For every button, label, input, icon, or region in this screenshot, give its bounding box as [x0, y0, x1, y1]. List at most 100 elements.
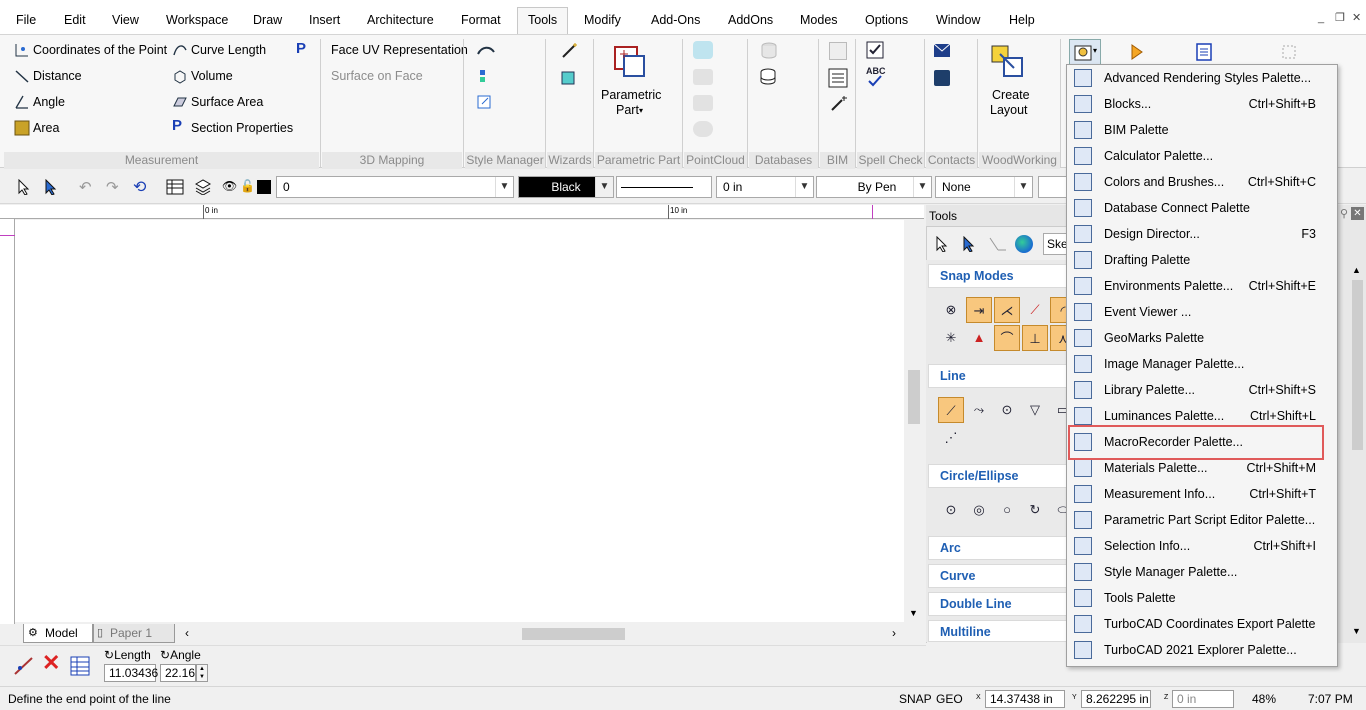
menu-item-blocks[interactable]: Blocks... Ctrl+Shift+B [1070, 91, 1334, 117]
menu-item-environments[interactable]: Environments Palette... Ctrl+Shift+E [1070, 273, 1334, 299]
snap-middle-icon[interactable]: ⋌ [994, 297, 1020, 323]
select-edit-icon[interactable] [961, 236, 977, 252]
create-layout-label-2[interactable]: Layout [990, 103, 1028, 117]
menu-modify[interactable]: Modify [581, 10, 624, 32]
line-point-icon[interactable]: ⊙ [994, 397, 1020, 423]
close-palette-icon[interactable]: ✕ [1351, 207, 1364, 220]
tab-paper-1[interactable]: ▯ Paper 1 [93, 624, 175, 643]
layer-color-swatch[interactable] [257, 180, 271, 194]
menu-item-tools[interactable]: Tools Palette [1070, 585, 1334, 611]
area-button[interactable]: Area [33, 121, 59, 135]
geo-toggle[interactable]: GEO [936, 692, 963, 706]
menu-item-palette[interactable]: Advanced Rendering Styles Palette... [1070, 65, 1334, 91]
menu-item-calculator[interactable]: Calculator Palette... [1070, 143, 1334, 169]
scroll-right-icon[interactable]: › [892, 626, 896, 640]
menu-view[interactable]: View [109, 10, 142, 32]
scroll-down-icon[interactable]: ▼ [909, 608, 918, 618]
section-snap-modes[interactable]: Snap Modes [928, 264, 1073, 288]
menu-add-ons[interactable]: Add-Ons [648, 10, 703, 32]
menu-addons[interactable]: AddOns [725, 10, 776, 32]
circle-three-point-icon[interactable]: ○ [994, 497, 1020, 523]
pin-icon[interactable]: ⚲ [1340, 207, 1348, 220]
menu-item-design-director[interactable]: Design Director... F3 [1070, 221, 1334, 247]
menu-window[interactable]: Window [933, 10, 983, 32]
scroll-up-icon[interactable]: ▲ [1352, 265, 1361, 275]
palette-scroll-thumb[interactable] [1352, 280, 1363, 450]
extra-select[interactable] [1038, 176, 1068, 198]
menu-item-measurement[interactable]: Measurement Info... Ctrl+Shift+T [1070, 481, 1334, 507]
document-icon[interactable] [1196, 43, 1212, 61]
undo-icon[interactable]: ↶ [79, 178, 92, 196]
parametric-p-icon[interactable]: P [296, 40, 306, 57]
pointcloud-icon[interactable] [693, 41, 713, 59]
fill-select[interactable]: None ▼ [935, 176, 1033, 198]
line-dashed-icon[interactable]: ⋰ [938, 425, 964, 451]
create-layout-label[interactable]: Create [992, 88, 1030, 102]
circle-concentric-icon[interactable]: ◎ [966, 497, 992, 523]
style-grid-icon[interactable] [478, 68, 494, 84]
envelope-icon[interactable] [934, 44, 950, 57]
menu-architecture[interactable]: Architecture [364, 10, 437, 32]
snap-tool-icon[interactable] [12, 654, 36, 678]
angle-button[interactable]: Angle [33, 95, 65, 109]
minimize-button[interactable]: _ [1318, 12, 1324, 24]
pen-select[interactable]: By Pen ▼ [816, 176, 932, 198]
pointcloud-icon-3[interactable] [693, 95, 713, 111]
selection-tool-icon[interactable] [1280, 43, 1298, 61]
line-width-select[interactable]: 0 in ▼ [716, 176, 814, 198]
pointcloud-icon-4[interactable] [693, 121, 713, 137]
section-circle-ellipse[interactable]: Circle/Ellipse [928, 464, 1073, 488]
address-book-icon[interactable] [934, 70, 950, 86]
length-input[interactable]: 11.03436 [104, 664, 158, 682]
vertical-scrollbar[interactable]: ▼ [905, 220, 923, 622]
menu-item-database[interactable]: Database Connect Palette [1070, 195, 1334, 221]
snap-quadrant-icon[interactable]: ▲ [966, 325, 992, 351]
menu-item-geomarks[interactable]: GeoMarks Palette [1070, 325, 1334, 351]
globe-icon[interactable] [1015, 235, 1033, 253]
circle-center-icon[interactable]: ⊙ [938, 497, 964, 523]
y-coordinate-field[interactable]: 8.262295 in [1081, 690, 1151, 708]
menu-insert[interactable]: Insert [306, 10, 343, 32]
scroll-left-icon[interactable]: ‹ [185, 626, 189, 640]
layers-icon[interactable] [194, 179, 212, 195]
menu-edit[interactable]: Edit [61, 10, 89, 32]
database-icon[interactable] [759, 41, 779, 61]
menu-format[interactable]: Format [458, 10, 504, 32]
surface-area-button[interactable]: Surface Area [191, 95, 263, 109]
bim-wand-icon[interactable] [830, 94, 848, 112]
database-dropdown-icon[interactable] [759, 67, 781, 87]
zoom-level[interactable]: 48% [1252, 692, 1276, 706]
cancel-icon[interactable]: ✕ [42, 650, 60, 676]
layer-select[interactable]: 0 ▼ [276, 176, 514, 198]
menu-item-colors[interactable]: Colors and Brushes... Ctrl+Shift+C [1070, 169, 1334, 195]
tab-model[interactable]: ⚙ Model [23, 624, 93, 643]
menu-item-style-manager[interactable]: Style Manager Palette... [1070, 559, 1334, 585]
snap-tangent-icon[interactable]: ⌒ [994, 325, 1020, 351]
line-single-icon[interactable]: ⟋ [938, 397, 964, 423]
color-select[interactable]: Black ▼ [518, 176, 614, 198]
menu-file[interactable]: File [13, 10, 39, 32]
snap-intersection-icon[interactable]: ⟋ [1022, 297, 1048, 323]
menu-workspace[interactable]: Workspace [163, 10, 231, 32]
parametric-part-label[interactable]: Parametric [601, 88, 661, 102]
menu-item-explorer[interactable]: TurboCAD 2021 Explorer Palette... [1070, 637, 1334, 663]
distance-button[interactable]: Distance [33, 69, 82, 83]
drawing-canvas[interactable] [15, 220, 904, 622]
lock-icon[interactable]: 🔓 [240, 179, 255, 193]
menu-item-event-viewer[interactable]: Event Viewer ... [1070, 299, 1334, 325]
table-icon[interactable] [166, 179, 184, 195]
bim-list-icon[interactable] [828, 68, 848, 88]
snap-end-icon[interactable]: ⇥ [966, 297, 992, 323]
face-uv-representation-button[interactable]: Face UV Representation [331, 43, 468, 57]
redo-icon[interactable]: ↷ [106, 178, 119, 196]
palettes-dropdown-button[interactable]: ▾ [1069, 39, 1101, 65]
scroll-down-icon[interactable]: ▼ [1352, 626, 1361, 636]
z-coordinate-field[interactable]: 0 in [1172, 690, 1234, 708]
volume-button[interactable]: Volume [191, 69, 233, 83]
menu-item-script-editor[interactable]: Parametric Part Script Editor Palette... [1070, 507, 1334, 533]
horizontal-scroll-thumb[interactable] [522, 628, 625, 640]
menu-modes[interactable]: Modes [797, 10, 841, 32]
close-button[interactable]: ✕ [1352, 11, 1361, 24]
bim-icon[interactable] [829, 42, 847, 60]
line-polyline-icon[interactable]: ⤳ [966, 397, 992, 423]
